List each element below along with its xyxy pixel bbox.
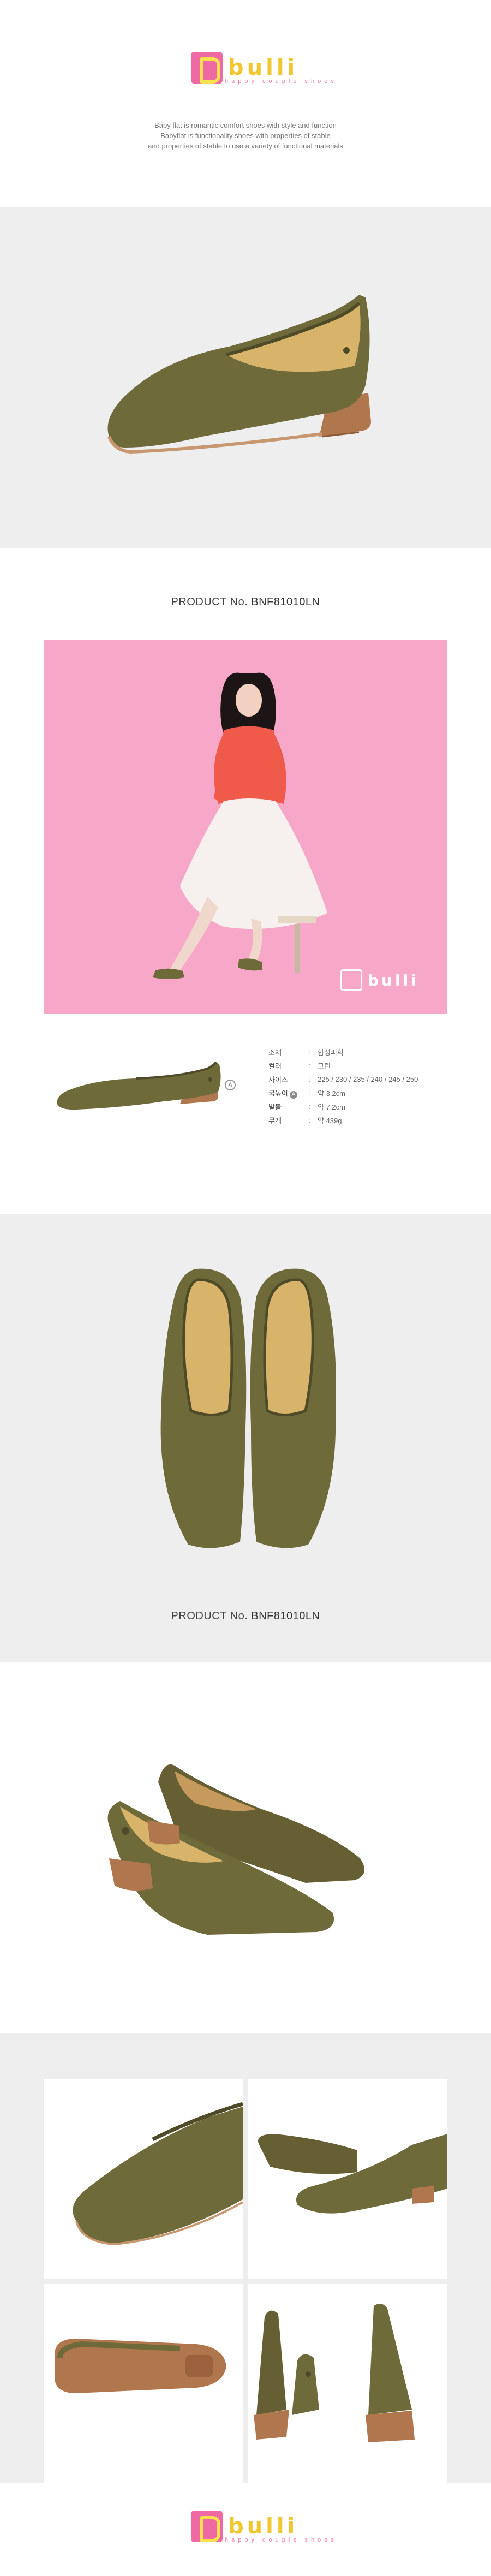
spec-separator: :: [309, 1062, 311, 1070]
pair-angle-panel: [0, 1662, 491, 2033]
spec-key: 컬러: [268, 1062, 282, 1070]
spec-row-weight: 무게 : 약 439g: [268, 1113, 448, 1127]
intro-line: Babyflat is functionality shoes with pro…: [160, 132, 331, 140]
spec-row-heel-height: 굽높이 A : 약 3.2cm: [268, 1086, 448, 1100]
toe-closeup-image: [73, 2102, 243, 2246]
spec-key: 소재: [268, 1048, 282, 1057]
hero-shoe-image: [107, 295, 371, 454]
spec-key: 굽높이 A: [268, 1088, 309, 1099]
pair-angle-image: [107, 1764, 364, 1935]
sole-view-image: [55, 2339, 226, 2393]
heel-back-image: [254, 2304, 415, 2442]
brand-intro: Baby flat is romantic comfort shoes with…: [0, 120, 491, 151]
intro-line: Baby flat is romantic comfort shoes with…: [154, 121, 337, 129]
logo-wordmark: bulli: [228, 55, 298, 80]
detail-sole-view: [44, 2284, 243, 2483]
detail-grid-panel: [0, 2033, 491, 2483]
watermark-wordmark: bulli: [368, 971, 419, 989]
spec-section: A 소재 : 합성피혁 컬러 : 그린 사이즈 : 225 / 230 / 23…: [44, 1037, 447, 1162]
spec-row-material: 소재 : 합성피혁: [268, 1045, 448, 1059]
spec-row-color: 컬러 : 그린: [268, 1059, 448, 1072]
spec-separator: :: [309, 1116, 311, 1124]
spec-value: 약 7.2cm: [318, 1103, 345, 1111]
watermark-b-icon: [340, 969, 362, 991]
brand-logo: bulli happy couple shoes: [191, 52, 334, 90]
detail-heel-back: [248, 2284, 447, 2483]
logo-b-icon: [191, 2511, 223, 2542]
model-photo: bulli: [44, 640, 447, 1014]
top-view-shoes-image: [160, 1268, 336, 1548]
photo-watermark-logo: bulli: [340, 969, 428, 992]
spec-separator: :: [309, 1089, 311, 1097]
detail-side-pair: [248, 2079, 447, 2279]
logo-b-icon: [191, 52, 223, 84]
spec-row-size: 사이즈 : 225 / 230 / 235 / 240 / 245 / 250: [268, 1072, 448, 1086]
spec-separator: :: [309, 1048, 311, 1056]
spec-table: 소재 : 합성피혁 컬러 : 그린 사이즈 : 225 / 230 / 235 …: [268, 1045, 448, 1127]
heel-marker-icon: A: [289, 1090, 297, 1099]
spec-key-text: 굽높이: [268, 1089, 288, 1098]
product-detail-page: bulli happy couple shoes Baby flat is ro…: [0, 0, 491, 2576]
detail-toe-closeup: [44, 2079, 243, 2279]
logo-tagline: happy couple shoes: [225, 2537, 337, 2543]
spec-row-width: 발볼 : 약 7.2cm: [268, 1100, 448, 1113]
brand-header: bulli happy couple shoes Baby flat is ro…: [0, 0, 491, 207]
spec-shoe-image: [57, 1061, 221, 1110]
product-number-label-2: PRODUCT No. BNF81010LN: [0, 1610, 491, 1623]
product-number-prefix: PRODUCT No.: [171, 1610, 248, 1622]
heel-height-marker: A: [225, 1080, 236, 1090]
spec-key: 발볼: [268, 1103, 282, 1111]
spec-value: 약 439g: [318, 1117, 342, 1125]
logo-tagline: happy couple shoes: [225, 78, 337, 85]
model-illustration: [153, 672, 327, 979]
spec-value: 225 / 230 / 235 / 240 / 245 / 250: [318, 1075, 418, 1083]
spec-key: 사이즈: [268, 1076, 288, 1084]
spec-separator: :: [309, 1102, 311, 1111]
spec-value: 그린: [318, 1062, 331, 1070]
spec-separator: :: [309, 1075, 311, 1083]
side-pair-image: [258, 2134, 447, 2214]
intro-line: and properties of stable to use a variet…: [148, 142, 343, 150]
top-view-panel: PRODUCT No. BNF81010LN: [0, 1214, 491, 1662]
product-number-value: BNF81010LN: [251, 1610, 320, 1622]
spec-key: 무게: [268, 1117, 282, 1125]
product-number-label: PRODUCT No. BNF81010LN: [0, 596, 491, 609]
product-number-prefix: PRODUCT No.: [171, 596, 248, 608]
hero-shoe-panel: [0, 207, 491, 548]
product-number-value: BNF81010LN: [251, 596, 320, 608]
footer-logo: bulli happy couple shoes: [191, 2511, 334, 2549]
spec-value: 합성피혁: [318, 1048, 344, 1057]
logo-wordmark: bulli: [228, 2514, 298, 2539]
brand-footer: bulli happy couple shoes: [0, 2483, 491, 2576]
spec-value: 약 3.2cm: [318, 1089, 345, 1098]
